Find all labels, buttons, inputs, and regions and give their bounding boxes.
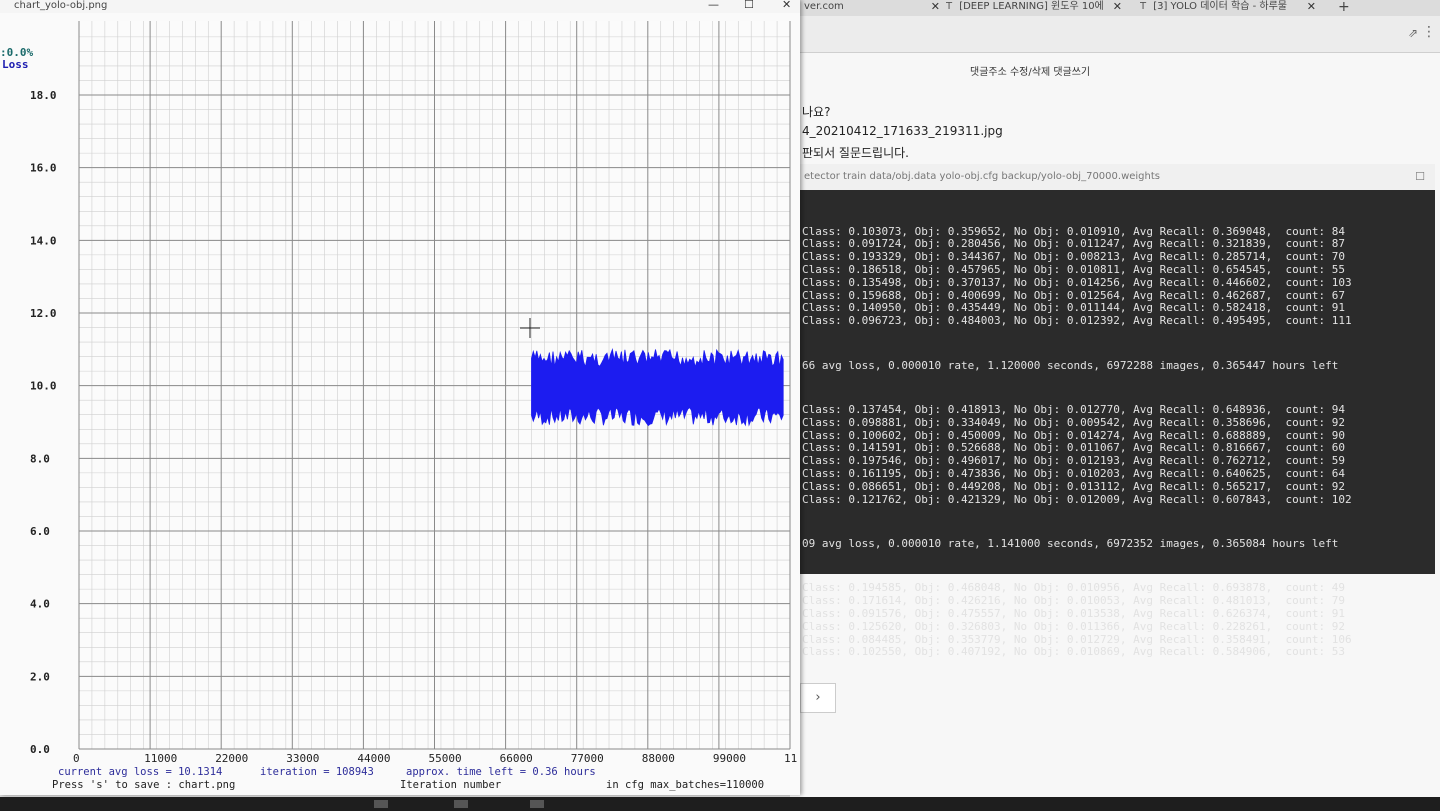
tistory-icon: T: [1140, 1, 1147, 12]
x-tick-label: 22000: [215, 752, 248, 763]
comment-line: 나요?: [802, 105, 831, 119]
y-tick-label: 0.0: [30, 743, 50, 756]
x-tick-label: 66000: [500, 752, 533, 763]
save-hint: Press 's' to save : chart.png: [52, 779, 236, 791]
browser-tab-1[interactable]: ver.com ✕: [804, 0, 944, 16]
address-bar-area: ⇗ ⋮: [790, 16, 1440, 53]
console-line: Class: 0.086651, Obj: 0.449208, No Obj: …: [802, 479, 1346, 493]
y-tick-label: 8.0: [30, 452, 50, 465]
console-title: etector train data/obj.data yolo-obj.cfg…: [804, 171, 1160, 182]
current-avg-loss: current avg loss = 10.1314: [58, 766, 223, 778]
console-line: Class: 0.171614, Obj: 0.426216, No Obj: …: [802, 594, 1346, 608]
console-line: Class: 0.161195, Obj: 0.473836, No Obj: …: [802, 466, 1346, 480]
close-tab-icon[interactable]: ✕: [1113, 0, 1122, 14]
chart-title-bar: chart_yolo-obj.png — ☐ ✕: [0, 0, 800, 13]
new-tab-button[interactable]: +: [1338, 0, 1358, 16]
legend-loss-label: Loss: [2, 58, 29, 71]
y-tick-label: 14.0: [30, 234, 57, 247]
chart-window-title: chart_yolo-obj.png: [14, 0, 108, 11]
close-tab-icon[interactable]: ✕: [1307, 0, 1316, 14]
comment-line: 4_20210412_171633_219311.jpg: [802, 124, 1003, 138]
tab-label: [DEEP LEARNING] 윈도우 10에: [959, 1, 1104, 12]
next-arrow-button[interactable]: ›: [800, 683, 836, 713]
browser-tab-bar: ver.com ✕ T [DEEP LEARNING] 윈도우 10에 ✕ T …: [790, 0, 1440, 16]
time-left-readout: approx. time left = 0.36 hours: [406, 766, 596, 778]
console-line: Class: 0.098881, Obj: 0.334049, No Obj: …: [802, 415, 1346, 429]
iteration-readout: iteration = 108943: [260, 766, 374, 778]
close-icon[interactable]: ✕: [782, 0, 791, 10]
console-line: Class: 0.186518, Obj: 0.457965, No Obj: …: [802, 262, 1346, 276]
comment-actions[interactable]: 댓글주소 수정/삭제 댓글쓰기: [970, 63, 1090, 78]
x-tick-label: 0: [73, 752, 80, 763]
y-tick-label: 6.0: [30, 525, 50, 538]
x-tick-label: 11: [784, 752, 797, 763]
share-icon[interactable]: ⇗: [1408, 26, 1418, 40]
tistory-icon: T: [946, 1, 953, 12]
x-tick-label: 99000: [713, 752, 746, 763]
x-tick-label: 77000: [571, 752, 604, 763]
y-tick-label: 4.0: [30, 598, 50, 611]
chart-window: chart_yolo-obj.png — ☐ ✕ 0 11000 22000 3300…: [0, 0, 800, 795]
close-tab-icon[interactable]: ✕: [931, 0, 940, 14]
console-window: etector train data/obj.data yolo-obj.cfg…: [790, 164, 1435, 658]
taskbar-app-icon[interactable]: [530, 800, 544, 808]
console-line: Class: 0.096723, Obj: 0.484003, No Obj: …: [802, 314, 1352, 328]
tab-label: [3] YOLO 데이터 학습 - 하루물: [1153, 1, 1287, 12]
y-tick-label: 16.0: [30, 162, 57, 175]
y-tick-label: 10.0: [30, 380, 57, 393]
console-output: Class: 0.103073, Obj: 0.359652, No Obj: …: [790, 190, 1435, 685]
console-summary-line: 09 avg loss, 0.000010 rate, 1.141000 sec…: [802, 536, 1339, 550]
browser-tab-2[interactable]: T [DEEP LEARNING] 윈도우 10에 ✕: [946, 0, 1126, 16]
menu-icon[interactable]: ⋮: [1422, 24, 1436, 40]
maximize-icon[interactable]: ☐: [1415, 164, 1425, 190]
x-tick-label: 88000: [642, 752, 675, 763]
console-line: Class: 0.121762, Obj: 0.421329, No Obj: …: [802, 492, 1352, 506]
console-line: Class: 0.135498, Obj: 0.370137, No Obj: …: [802, 275, 1352, 289]
loss-chart: 0 11000 22000 33000 44000 55000 66000 77000 8800…: [0, 21, 797, 763]
taskbar: [0, 797, 1440, 811]
console-line: Class: 0.125620, Obj: 0.326803, No Obj: …: [802, 619, 1346, 633]
minimize-icon[interactable]: —: [708, 0, 719, 10]
tab-label: ver.com: [804, 1, 844, 12]
maximize-icon[interactable]: ☐: [744, 0, 754, 10]
browser-tab-3[interactable]: T [3] YOLO 데이터 학습 - 하루물 ✕: [1140, 0, 1320, 16]
console-title-bar: etector train data/obj.data yolo-obj.cfg…: [790, 164, 1435, 190]
max-batches-readout: in cfg max_batches=110000: [606, 779, 765, 791]
x-tick-label: 11000: [144, 752, 177, 763]
console-line: Class: 0.102550, Obj: 0.407192, No Obj: …: [802, 645, 1346, 659]
x-tick-label: 55000: [429, 752, 462, 763]
y-tick-label: 18.0: [30, 89, 57, 102]
x-tick-label: 33000: [286, 752, 319, 763]
y-tick-label: 12.0: [30, 307, 57, 320]
x-tick-label: 44000: [357, 752, 390, 763]
taskbar-app-icon[interactable]: [454, 800, 468, 808]
x-axis-label: Iteration number: [400, 779, 502, 791]
taskbar-app-icon[interactable]: [374, 800, 388, 808]
y-tick-label: 2.0: [30, 670, 50, 683]
console-summary-line: 66 avg loss, 0.000010 rate, 1.120000 sec…: [802, 358, 1339, 372]
console-line: Class: 0.091576, Obj: 0.475557, No Obj: …: [802, 606, 1346, 620]
console-line: Class: 0.137454, Obj: 0.418913, No Obj: …: [802, 402, 1346, 416]
comment-line: 판되서 질문드립니다.: [802, 146, 909, 160]
